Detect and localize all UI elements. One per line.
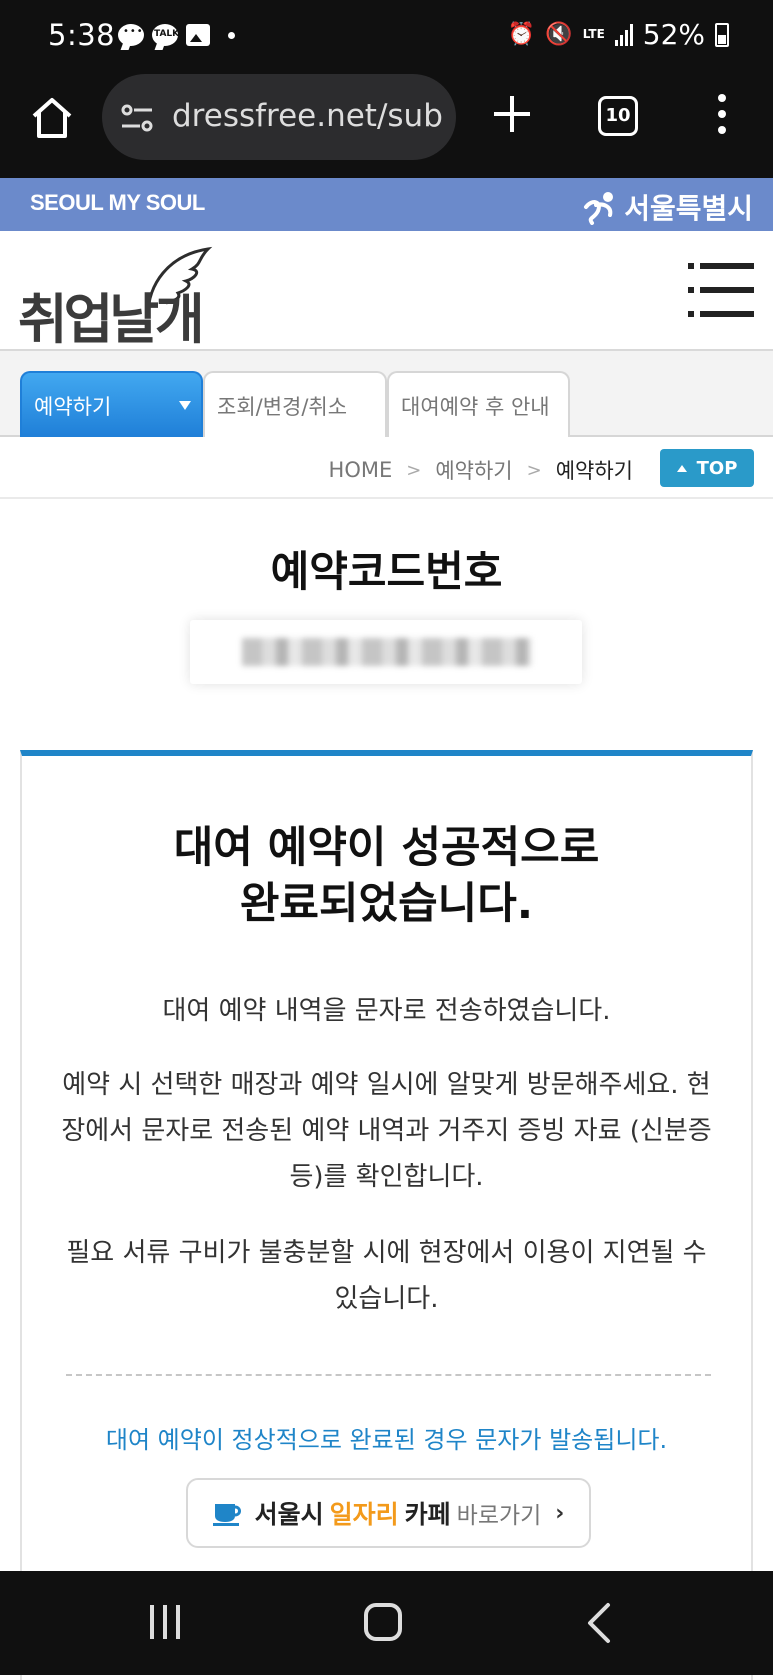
- site-logo[interactable]: 취업날개: [18, 245, 213, 351]
- tab-reserve[interactable]: 예약하기: [20, 371, 203, 437]
- breadcrumb-home[interactable]: HOME: [329, 458, 393, 482]
- more-options-icon[interactable]: [712, 94, 732, 140]
- status-time: 5:38: [48, 18, 116, 52]
- lte-icon: LTE: [582, 27, 605, 41]
- tab-label: 조회/변경/취소: [217, 395, 348, 419]
- kakaotalk-icon: TALK: [152, 24, 179, 46]
- coffee-cup-icon: [212, 1504, 241, 1526]
- reservation-code-title: 예약코드번호: [270, 547, 503, 596]
- top-button-label: TOP: [696, 457, 738, 479]
- gallery-icon: [186, 24, 210, 46]
- seoul-emblem-icon: [584, 192, 614, 225]
- home-icon[interactable]: [28, 94, 76, 142]
- reservation-code-box: [190, 620, 582, 684]
- tab-bar: 예약하기 조회/변경/취소 대여예약 후 안내: [0, 351, 773, 437]
- system-icons: ⏰ 🔇 LTE 52%: [508, 18, 729, 51]
- success-card: 대여 예약이 성공적으로 완료되었습니다. 대여 예약 내역을 문자로 전송하였…: [20, 750, 753, 1680]
- alarm-icon: ⏰: [507, 22, 536, 47]
- browser-toolbar: dressfree.net/sub 10: [0, 72, 773, 178]
- logo-text: 취업날개: [18, 288, 205, 351]
- breadcrumb-level1[interactable]: 예약하기: [435, 455, 512, 485]
- address-bar[interactable]: dressfree.net/sub: [102, 74, 456, 160]
- tab-switcher-button[interactable]: 10: [598, 96, 638, 136]
- cafe-label-seoul: 서울시: [254, 1500, 324, 1529]
- nav-home-icon[interactable]: [364, 1603, 402, 1641]
- mute-icon: 🔇: [545, 22, 573, 47]
- site-header: 취업날개: [0, 231, 773, 351]
- visit-instructions-text: 예약 시 선택한 매장과 예약 일시에 알맞게 방문해주세요. 현장에서 문자로…: [61, 1070, 712, 1192]
- tab-lookup-change-cancel[interactable]: 조회/변경/취소: [203, 371, 387, 437]
- arrow-up-icon: [676, 464, 687, 472]
- message-icon: •••: [118, 24, 144, 46]
- seoul-job-cafe-button[interactable]: 서울시 일자리 카페 바로가기 ›: [186, 1478, 591, 1548]
- sms-notice: 대여 예약이 정상적으로 완료된 경우 문자가 발송됩니다.: [105, 1426, 668, 1454]
- success-title: 대여 예약이 성공적으로 완료되었습니다.: [22, 820, 751, 932]
- breadcrumb: HOME > 예약하기 > 예약하기: [329, 455, 633, 485]
- tab-label: 대여예약 후 안내: [401, 395, 550, 419]
- scroll-top-button[interactable]: TOP: [660, 449, 754, 487]
- documents-warning-text: 필요 서류 구비가 불충분할 시에 현장에서 이용이 지연될 수 있습니다.: [66, 1238, 707, 1314]
- seoul-my-soul-logo[interactable]: SEOUL MY SOUL: [30, 190, 205, 216]
- tab-label: 예약하기: [34, 395, 112, 419]
- breadcrumb-separator-icon: >: [406, 459, 422, 481]
- tab-after-reservation-guide[interactable]: 대여예약 후 안내: [387, 371, 570, 437]
- breadcrumb-current: 예약하기: [555, 459, 633, 483]
- divider: [66, 1374, 711, 1376]
- sms-sent-text: 대여 예약 내역을 문자로 전송하였습니다.: [162, 996, 611, 1026]
- battery-icon: [715, 22, 729, 47]
- success-title-line1: 대여 예약이 성공적으로: [173, 823, 600, 873]
- signal-icon: [614, 23, 633, 46]
- url-text: dressfree.net/sub: [172, 98, 443, 134]
- success-title-line2: 완료되었습니다.: [239, 879, 534, 929]
- more-notifications-dot: [228, 31, 235, 39]
- back-icon[interactable]: [586, 1601, 612, 1645]
- chevron-right-icon: ›: [555, 1500, 565, 1526]
- site-settings-icon[interactable]: [120, 102, 154, 134]
- new-tab-icon[interactable]: [490, 92, 534, 136]
- seoul-city-logo[interactable]: 서울특별시: [582, 187, 753, 227]
- seoul-banner: SEOUL MY SOUL 서울특별시: [0, 178, 773, 231]
- breadcrumb-separator-icon: >: [526, 459, 542, 481]
- cafe-label-job: 일자리: [329, 1500, 399, 1529]
- system-nav-bar: [0, 1571, 773, 1675]
- cafe-label-cafe: 카페: [404, 1500, 451, 1529]
- battery-percent: 52%: [642, 18, 705, 51]
- notification-icons: ••• TALK: [118, 24, 235, 46]
- cafe-label-goto: 바로가기: [456, 1503, 542, 1529]
- seoul-city-label: 서울특별시: [624, 192, 753, 225]
- reservation-code-blurred: [242, 638, 532, 666]
- recents-icon[interactable]: [150, 1605, 186, 1641]
- dropdown-arrow-icon: [179, 401, 191, 410]
- breadcrumb-bar: HOME > 예약하기 > 예약하기 TOP: [0, 437, 773, 499]
- hamburger-menu-icon[interactable]: [688, 261, 754, 319]
- status-bar: 5:38 ••• TALK ⏰ 🔇 LTE 52%: [0, 0, 773, 72]
